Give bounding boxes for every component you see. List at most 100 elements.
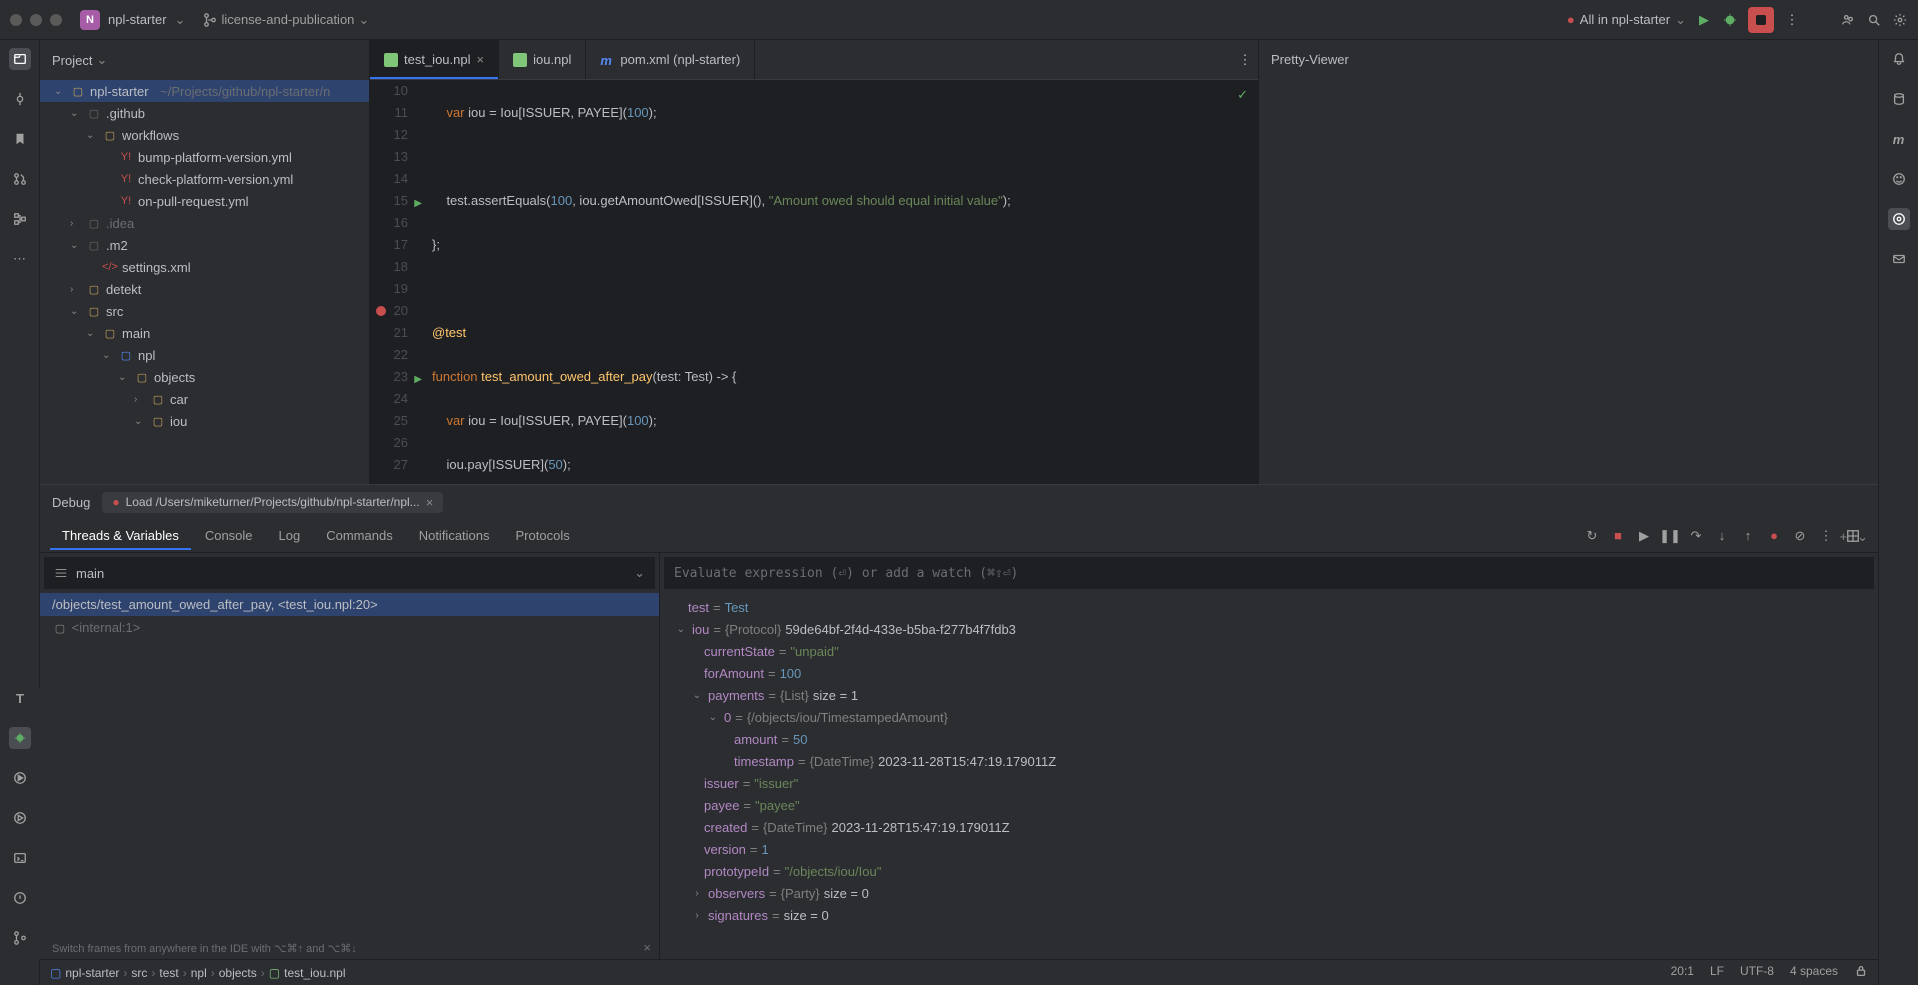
tab-iou[interactable]: iou.npl	[499, 40, 586, 79]
tree-item[interactable]: ⌄▢objects	[40, 366, 369, 388]
breadcrumb[interactable]: ▢ npl-starter ›src ›test ›npl ›objects ›…	[50, 966, 346, 980]
tree-item[interactable]: ›▢.idea	[40, 212, 369, 234]
variables-panel: Evaluate expression (⏎) or add a watch (…	[660, 553, 1878, 959]
pause-icon[interactable]: ❚❚	[1660, 526, 1680, 546]
emoji-tool-icon[interactable]	[1888, 168, 1910, 190]
resume-icon[interactable]: ▶	[1634, 526, 1654, 546]
run-configuration[interactable]: ● All in npl-starter ⌄	[1567, 12, 1686, 28]
services-tool-icon[interactable]	[9, 807, 31, 829]
debug-tab-log[interactable]: Log	[267, 522, 313, 549]
bookmark-tool-icon[interactable]	[9, 128, 31, 150]
view-breakpoints-icon[interactable]: ●	[1764, 526, 1784, 546]
maximize-window[interactable]	[50, 14, 62, 26]
debug-tool-icon[interactable]	[9, 727, 31, 749]
stack-frame[interactable]: ▢ <internal:1>	[40, 616, 659, 641]
right-toolbar: m	[1878, 40, 1918, 985]
close-icon[interactable]: ×	[426, 495, 434, 510]
tree-item[interactable]: Y!on-pull-request.yml	[40, 190, 369, 212]
frames-tip: Switch frames from anywhere in the IDE w…	[52, 942, 357, 955]
line-gutter: 1011121314 15▶ 16171819 20 2122 23▶ 2425…	[370, 80, 420, 484]
terminal-tool-icon[interactable]	[9, 847, 31, 869]
code-content[interactable]: var iou = Iou[ISSUER, PAYEE](100); test.…	[420, 80, 1258, 484]
code-editor[interactable]: ✓ 1011121314 15▶ 16171819 20 2122 23▶ 24…	[370, 80, 1258, 484]
caret-position[interactable]: 20:1	[1671, 964, 1694, 981]
tab-test-iou[interactable]: test_iou.npl×	[370, 40, 499, 79]
run-button[interactable]: ▶	[1696, 12, 1712, 28]
debug-tab-threads[interactable]: Threads & Variables	[50, 522, 191, 549]
tree-item[interactable]: Y!check-platform-version.yml	[40, 168, 369, 190]
chevron-down-icon: ⌄	[358, 12, 369, 28]
tree-item[interactable]: ⌄▢iou	[40, 410, 369, 432]
maven-tool-icon[interactable]: m	[1888, 128, 1910, 150]
tree-item[interactable]: ⌄▢main	[40, 322, 369, 344]
tree-item[interactable]: ⌄▢src	[40, 300, 369, 322]
gear-icon[interactable]	[1892, 12, 1908, 28]
collab-icon[interactable]	[1840, 12, 1856, 28]
tree-root[interactable]: ⌄▢ npl-starter ~/Projects/github/npl-sta…	[40, 80, 369, 102]
project-tree[interactable]: ⌄▢ npl-starter ~/Projects/github/npl-sta…	[40, 80, 369, 484]
more-tools-icon[interactable]: ⋯	[9, 248, 31, 270]
debug-tab-commands[interactable]: Commands	[314, 522, 404, 549]
frames-panel: main ⌄ /objects/test_amount_owed_after_p…	[40, 553, 660, 959]
database-tool-icon[interactable]	[1888, 88, 1910, 110]
vcs-branch[interactable]: license-and-publication ⌄	[203, 12, 369, 28]
mute-breakpoints-icon[interactable]: ⊘	[1790, 526, 1810, 546]
sidebar-header[interactable]: Project⌄	[40, 40, 369, 80]
debug-button[interactable]	[1722, 12, 1738, 28]
tree-item[interactable]: ⌄▢workflows	[40, 124, 369, 146]
indent-setting[interactable]: 4 spaces	[1790, 964, 1838, 981]
debug-tab-notifications[interactable]: Notifications	[407, 522, 502, 549]
stop-icon[interactable]: ■	[1608, 526, 1628, 546]
debug-tab-protocols[interactable]: Protocols	[504, 522, 582, 549]
stop-button[interactable]	[1748, 7, 1774, 33]
close-tip-icon[interactable]: ×	[643, 940, 651, 955]
tree-item[interactable]: ⌄▢npl	[40, 344, 369, 366]
problems-tool-icon[interactable]	[9, 887, 31, 909]
step-into-icon[interactable]: ↓	[1712, 526, 1732, 546]
step-out-icon[interactable]: ↑	[1738, 526, 1758, 546]
commit-tool-icon[interactable]	[9, 88, 31, 110]
project-badge: N	[80, 10, 100, 30]
line-separator[interactable]: LF	[1710, 964, 1724, 981]
tab-pom[interactable]: mpom.xml (npl-starter)	[586, 40, 755, 79]
window-controls[interactable]	[10, 14, 62, 26]
tree-item[interactable]: ›▢detekt	[40, 278, 369, 300]
file-encoding[interactable]: UTF-8	[1740, 964, 1774, 981]
mail-tool-icon[interactable]	[1888, 248, 1910, 270]
stack-frame[interactable]: /objects/test_amount_owed_after_pay, <te…	[40, 593, 659, 616]
project-name[interactable]: npl-starter	[108, 12, 167, 27]
breakpoint-icon[interactable]	[376, 306, 386, 316]
tree-item[interactable]: ⌄▢.m2	[40, 234, 369, 256]
project-sidebar: Project⌄ ⌄▢ npl-starter ~/Projects/githu…	[40, 40, 370, 484]
tree-item[interactable]: ⌄▢.github	[40, 102, 369, 124]
structure-tool-icon[interactable]	[9, 208, 31, 230]
chevron-down-icon[interactable]: ⌄	[175, 12, 186, 28]
search-icon[interactable]	[1866, 12, 1882, 28]
tree-item[interactable]: </>settings.xml	[40, 256, 369, 278]
tree-item[interactable]: Y!bump-platform-version.yml	[40, 146, 369, 168]
thread-selector[interactable]: main ⌄	[44, 557, 655, 589]
tab-more-icon[interactable]: ⋮	[1242, 52, 1258, 68]
debug-more-icon[interactable]: ⋮	[1816, 526, 1836, 546]
variables-tree[interactable]: test = Test ⌄iou = {Protocol} 59de64bf-2…	[660, 593, 1878, 959]
step-over-icon[interactable]: ↷	[1686, 526, 1706, 546]
close-tab-icon[interactable]: ×	[477, 52, 485, 67]
tree-item[interactable]: ›▢car	[40, 388, 369, 410]
pull-requests-icon[interactable]	[9, 168, 31, 190]
project-tool-icon[interactable]	[9, 48, 31, 70]
editor-area: test_iou.npl× iou.npl mpom.xml (npl-star…	[370, 40, 1258, 484]
ai-tool-icon[interactable]	[1888, 208, 1910, 230]
minimize-window[interactable]	[30, 14, 42, 26]
debug-run-config[interactable]: ●Load /Users/miketurner/Projects/github/…	[102, 492, 443, 513]
notifications-icon[interactable]	[1888, 48, 1910, 70]
vcs-tool-icon[interactable]	[9, 927, 31, 949]
close-window[interactable]	[10, 14, 22, 26]
debug-tab-console[interactable]: Console	[193, 522, 265, 549]
more-actions-icon[interactable]: ⋮	[1784, 12, 1800, 28]
debug-title: Debug	[52, 495, 90, 510]
text-tool-icon[interactable]: T	[9, 687, 31, 709]
evaluate-expression-input[interactable]: Evaluate expression (⏎) or add a watch (…	[664, 557, 1874, 589]
rerun-icon[interactable]: ↻	[1582, 526, 1602, 546]
run-tool-icon[interactable]	[9, 767, 31, 789]
readonly-lock-icon[interactable]	[1854, 964, 1868, 981]
